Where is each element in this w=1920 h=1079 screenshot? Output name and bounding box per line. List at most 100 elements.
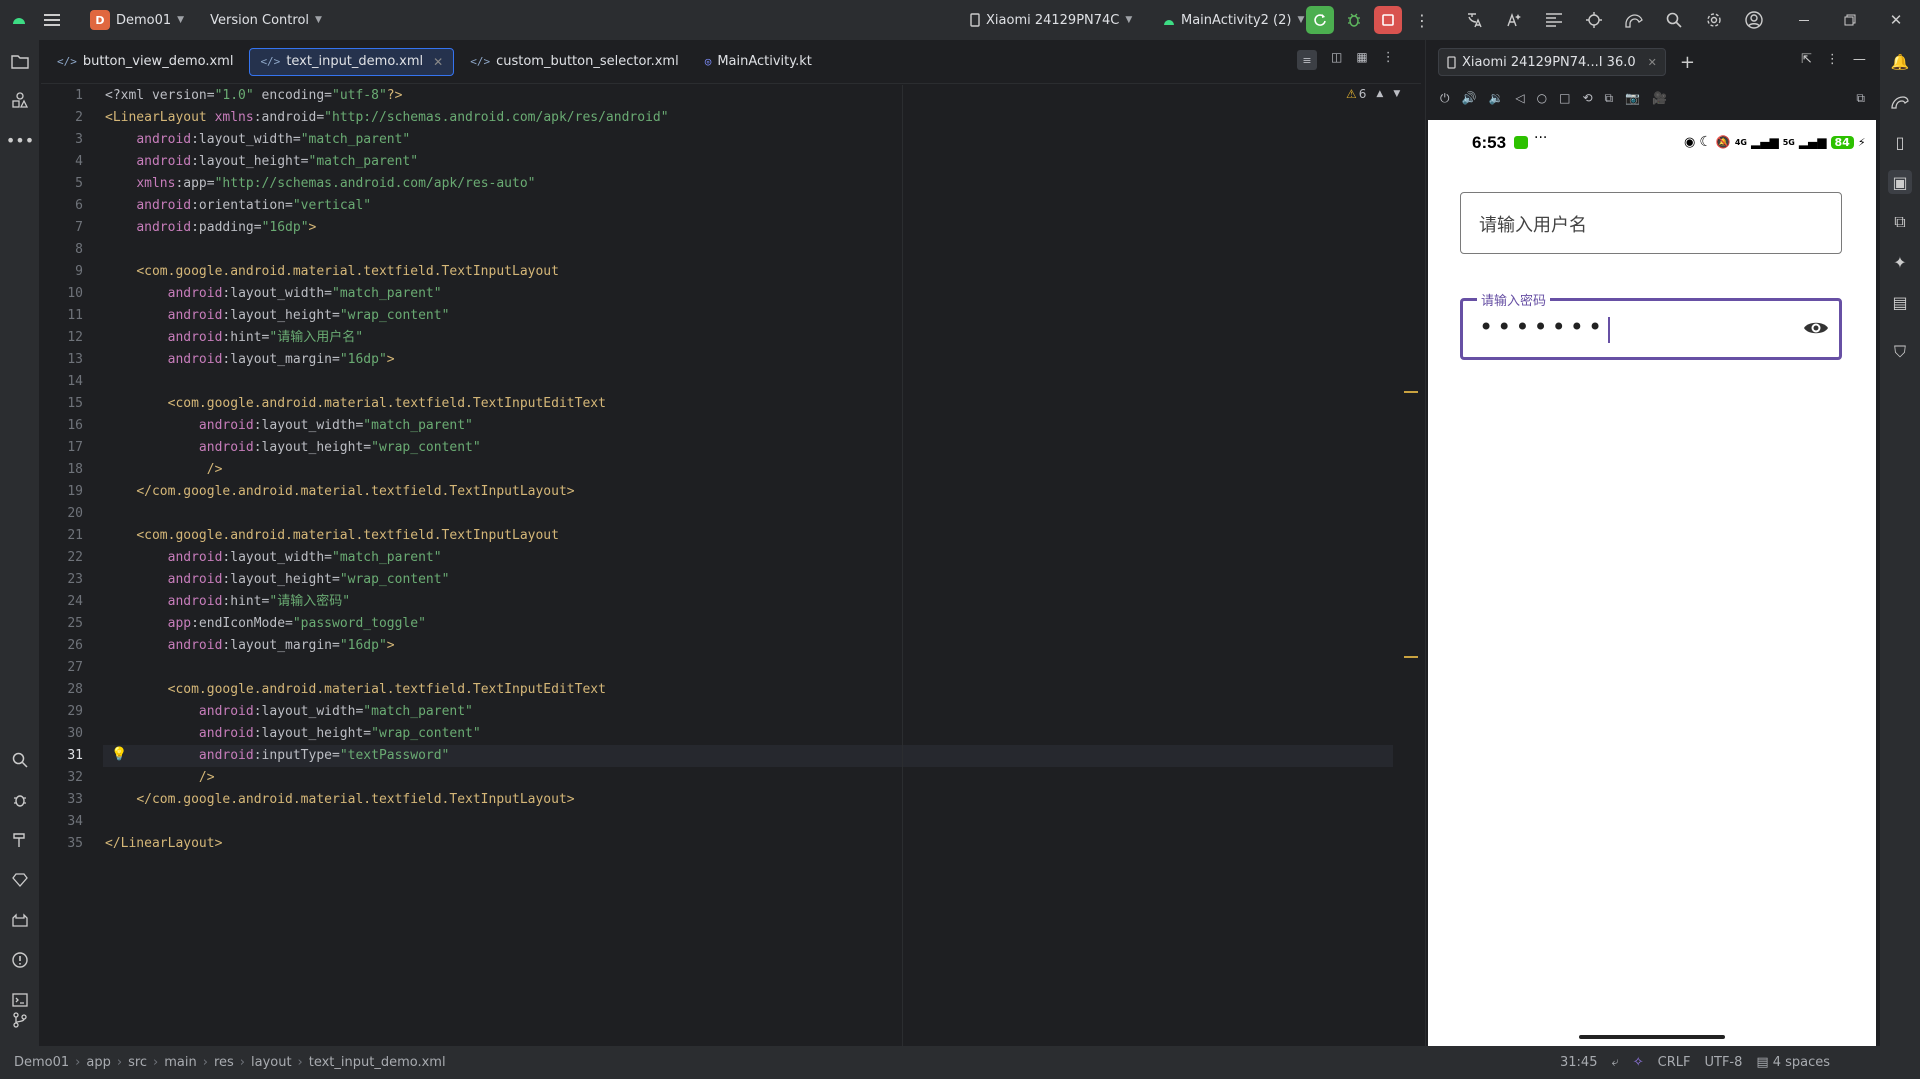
gem-icon[interactable] xyxy=(8,868,32,892)
code-line[interactable]: </LinearLayout> xyxy=(105,833,669,855)
password-field[interactable]: 请输入密码 ••••••• xyxy=(1460,290,1842,360)
device-file-explorer-icon[interactable]: ▤ xyxy=(1888,290,1912,314)
code-view-icon[interactable]: ≡ xyxy=(1297,50,1317,70)
close-tab-icon[interactable]: ✕ xyxy=(433,55,443,69)
close-window-button[interactable]: ✕ xyxy=(1882,6,1910,34)
git-branch-icon[interactable] xyxy=(8,1008,32,1032)
code-line[interactable]: android:padding="16dp"> xyxy=(105,217,669,239)
code-line[interactable]: android:layout_height="wrap_content" xyxy=(105,305,669,327)
logcat-icon[interactable] xyxy=(8,908,32,932)
problems-icon[interactable] xyxy=(8,948,32,972)
code-line[interactable]: app:endIconMode="password_toggle" xyxy=(105,613,669,635)
find-icon[interactable] xyxy=(8,748,32,772)
search-button[interactable] xyxy=(1660,6,1688,34)
code-line[interactable]: </com.google.android.material.textfield.… xyxy=(105,481,669,503)
tab-custom-button-selector[interactable]: </> custom_button_selector.xml xyxy=(460,48,688,76)
code-line[interactable]: android:layout_width="match_parent" xyxy=(105,415,669,437)
restore-button[interactable] xyxy=(1836,6,1864,34)
fold-icon[interactable]: ⧉ xyxy=(1605,91,1614,106)
code-line[interactable] xyxy=(105,371,669,393)
password-toggle-eye-icon[interactable] xyxy=(1803,319,1829,337)
line-separator[interactable]: CRLF xyxy=(1658,1055,1691,1070)
open-external-icon[interactable]: ⇱ xyxy=(1801,52,1812,67)
back-icon[interactable]: ◁ xyxy=(1515,91,1524,105)
code-line[interactable]: <com.google.android.material.textfield.T… xyxy=(105,261,669,283)
code-line[interactable]: android:layout_margin="16dp"> xyxy=(105,635,669,657)
stop-button[interactable] xyxy=(1374,6,1402,34)
username-field[interactable]: 请输入用户名 xyxy=(1460,192,1842,254)
code-area[interactable]: 1 2 3 4 5 6 7 8 9 10 11 12 13 14 15 16 17 18 19 20 21 22 23 24 2… xyxy=(41,85,1421,1046)
ai-assistant-button[interactable] xyxy=(1500,6,1528,34)
code-line[interactable]: android:layout_width="match_parent" xyxy=(105,701,669,723)
add-device-icon[interactable]: + xyxy=(1680,52,1695,73)
more-actions-button[interactable]: ⋮ xyxy=(1408,6,1436,34)
code-line[interactable]: android:layout_margin="16dp"> xyxy=(105,349,669,371)
minimize-panel-icon[interactable]: — xyxy=(1853,52,1866,67)
rotate-icon[interactable]: ⟲ xyxy=(1582,91,1592,105)
project-folder-icon[interactable] xyxy=(8,49,32,73)
code-line[interactable] xyxy=(105,811,669,833)
notifications-icon[interactable]: 🔔 xyxy=(1888,50,1912,74)
code-line[interactable]: android:layout_height="wrap_content" xyxy=(105,723,669,745)
breadcrumb-item[interactable]: app xyxy=(80,1055,116,1070)
indent-setting[interactable]: ▤ 4 spaces xyxy=(1756,1055,1830,1070)
main-menu-button[interactable] xyxy=(36,0,76,40)
device-selector[interactable]: Xiaomi 24129PN74C ▼ xyxy=(962,0,1140,40)
code-line[interactable]: android:hint="请输入密码" xyxy=(105,591,669,613)
code-line[interactable]: android:layout_width="match_parent" xyxy=(105,129,669,151)
gemini-icon[interactable]: ✦ xyxy=(1888,250,1912,274)
overview-icon[interactable]: □ xyxy=(1559,91,1570,105)
debug-icon[interactable] xyxy=(8,788,32,812)
code-line[interactable]: <com.google.android.material.textfield.T… xyxy=(105,525,669,547)
power-icon[interactable]: ⏻ xyxy=(1440,91,1450,106)
chevron-down-icon[interactable]: ▼ xyxy=(1393,89,1400,99)
code-line[interactable]: xmlns:app="http://schemas.android.com/ap… xyxy=(105,173,669,195)
tab-main-activity[interactable]: ◎ MainActivity.kt xyxy=(695,48,822,76)
breadcrumb-item[interactable]: text_input_demo.xml xyxy=(303,1055,452,1070)
code-line[interactable]: android:orientation="vertical" xyxy=(105,195,669,217)
run-config-selector[interactable]: MainActivity2 (2) ▼ xyxy=(1155,0,1312,40)
volume-up-icon[interactable]: 🔊 xyxy=(1462,91,1477,105)
record-icon[interactable]: 🎥 xyxy=(1652,91,1667,105)
code-with-me-button[interactable] xyxy=(1460,6,1488,34)
code-line[interactable]: <com.google.android.material.textfield.T… xyxy=(105,393,669,415)
file-encoding[interactable]: UTF-8 xyxy=(1705,1055,1743,1070)
project-selector[interactable]: D Demo01 ▼ xyxy=(82,0,192,40)
code-lines[interactable]: <?xml version="1.0" encoding="utf-8"?> <L… xyxy=(105,85,669,855)
device-manager-icon[interactable]: ▯ xyxy=(1888,130,1912,154)
chevron-up-icon[interactable]: ▲ xyxy=(1376,89,1383,99)
vcs-menu[interactable]: Version Control ▼ xyxy=(202,0,330,40)
code-line[interactable]: android:layout_height="match_parent" xyxy=(105,151,669,173)
debug-button[interactable] xyxy=(1340,6,1368,34)
mirror-settings-icon[interactable]: ⧉ xyxy=(1856,91,1865,106)
tab-text-input-demo[interactable]: </> text_input_demo.xml ✕ xyxy=(249,47,455,76)
device-mirroring-icon[interactable]: ⧉ xyxy=(1888,210,1912,234)
soft-wrap-icon[interactable]: ⤶ xyxy=(1611,1055,1618,1070)
warning-stripe-marker[interactable] xyxy=(1404,391,1418,393)
device-tab[interactable]: Xiaomi 24129PN74...I 36.0 ✕ xyxy=(1438,48,1666,76)
plugins-button[interactable] xyxy=(1580,6,1608,34)
tab-button-view-demo[interactable]: </> button_view_demo.xml xyxy=(47,48,243,76)
build-hammer-icon[interactable] xyxy=(8,828,32,852)
code-line[interactable] xyxy=(105,657,669,679)
caret-position[interactable]: 31:45 xyxy=(1560,1055,1597,1070)
phone-screen[interactable]: 6:53 ··· ◉ ☾ 🔕 4G ▂▄▆ 5G ▂▄▆ 84 ⚡ 请输入用户名… xyxy=(1428,120,1876,1046)
code-line[interactable]: <?xml version="1.0" encoding="utf-8"?> xyxy=(105,85,669,107)
breadcrumb-item[interactable]: res xyxy=(208,1055,240,1070)
lightbulb-icon[interactable]: 💡 xyxy=(111,747,127,762)
design-view-icon[interactable]: ▦ xyxy=(1356,50,1367,70)
warning-stripe-marker[interactable] xyxy=(1404,656,1418,658)
breadcrumb-item[interactable]: src xyxy=(122,1055,153,1070)
breadcrumb-item[interactable]: Demo01 xyxy=(8,1055,75,1070)
breadcrumb-item[interactable]: main xyxy=(158,1055,202,1070)
vertical-dots-icon[interactable]: ⋮ xyxy=(1382,50,1395,70)
gesture-nav-bar[interactable] xyxy=(1579,1035,1725,1039)
code-line[interactable]: /> xyxy=(105,767,669,789)
code-line[interactable]: android:hint="请输入用户名" xyxy=(105,327,669,349)
running-devices-icon[interactable]: ▣ xyxy=(1888,170,1912,194)
code-line[interactable]: android:layout_width="match_parent" xyxy=(105,547,669,569)
inspection-widget[interactable]: ⚠ 6 ▲ ▼ xyxy=(1346,87,1400,101)
account-button[interactable] xyxy=(1740,6,1768,34)
home-icon[interactable]: ○ xyxy=(1537,91,1547,105)
code-line[interactable]: <LinearLayout xmlns:android="http://sche… xyxy=(105,107,669,129)
